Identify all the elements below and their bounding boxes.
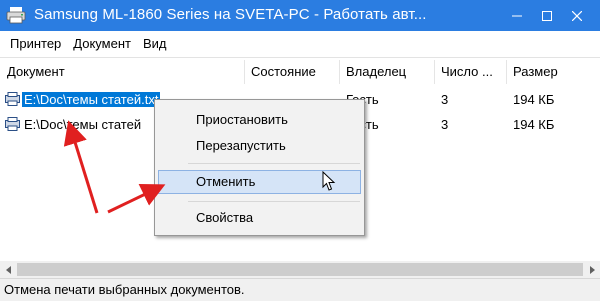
printer-icon [6, 7, 26, 24]
scrollbar-thumb[interactable] [17, 263, 583, 276]
menu-printer[interactable]: Принтер [4, 31, 67, 56]
column-header-status[interactable]: Состояние [244, 58, 339, 86]
close-button[interactable] [562, 0, 592, 31]
row-document-cell[interactable]: E:\Doc\темы статей.txt [22, 89, 161, 110]
window-controls [502, 0, 592, 31]
scroll-right-button[interactable] [583, 261, 600, 278]
menu-separator [188, 163, 360, 164]
context-menu: Приостановить Перезапустить Отменить Сво… [154, 99, 365, 236]
column-header-size[interactable]: Размер [506, 58, 600, 86]
close-icon [572, 10, 582, 21]
restart-menu-item[interactable]: Перезапустить [158, 134, 361, 158]
horizontal-scrollbar[interactable] [0, 261, 600, 278]
scroll-left-icon [5, 265, 11, 274]
document-icon [5, 117, 20, 131]
properties-menu-item[interactable]: Свойства [158, 206, 361, 230]
menu-separator [188, 201, 360, 202]
row-document-name[interactable]: E:\Doc\темы статей.txt [22, 92, 161, 107]
mouse-pointer-icon [322, 171, 336, 191]
row-size-cell: 194 КБ [513, 117, 555, 132]
title-bar: Samsung ML-1860 Series на SVETA-PC - Раб… [0, 0, 600, 31]
menu-view[interactable]: Вид [137, 31, 173, 56]
row-document-name[interactable]: E:\Doc\темы статей [24, 114, 141, 135]
scroll-left-button[interactable] [0, 261, 17, 278]
column-header-pages[interactable]: Число ... [434, 58, 506, 86]
maximize-icon [542, 10, 552, 21]
window-title: Samsung ML-1860 Series на SVETA-PC - Раб… [34, 6, 427, 23]
column-header-document[interactable]: Документ [0, 58, 244, 86]
scroll-right-icon [589, 265, 595, 274]
minimize-icon [512, 15, 522, 16]
row-pages-cell: 3 [441, 92, 449, 107]
pause-menu-item[interactable]: Приостановить [158, 108, 361, 132]
status-bar: Отмена печати выбранных документов. [0, 278, 600, 301]
column-header-owner[interactable]: Владелец [339, 58, 434, 86]
row-pages-cell: 3 [441, 117, 449, 132]
maximize-button[interactable] [532, 0, 562, 31]
document-icon [5, 92, 20, 106]
menu-bar: Принтер Документ Вид [0, 31, 600, 56]
minimize-button[interactable] [502, 0, 532, 31]
row-size-cell: 194 КБ [513, 92, 555, 107]
menu-document[interactable]: Документ [67, 31, 137, 56]
